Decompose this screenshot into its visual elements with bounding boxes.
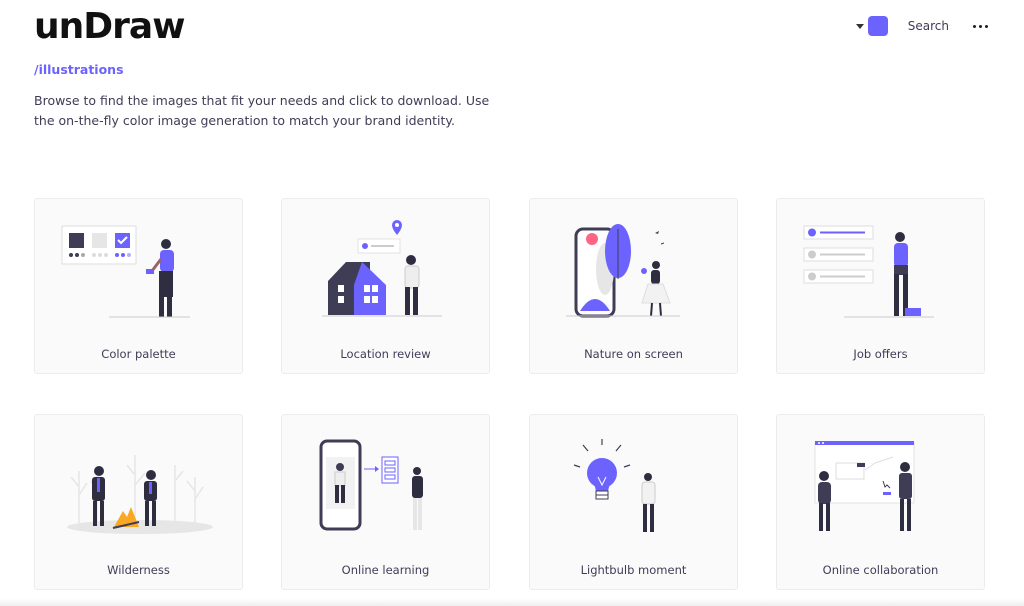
wilderness-illustration xyxy=(67,455,213,534)
job-offers-illustration xyxy=(803,225,934,318)
card-label: Nature on screen xyxy=(584,347,683,361)
card-label: Online learning xyxy=(341,563,430,577)
online-learning-illustration xyxy=(319,439,423,531)
page-bottom-shadow xyxy=(0,598,1024,606)
nature-on-screen-illustration xyxy=(566,224,680,318)
illustration-card[interactable]: Nature on screen xyxy=(529,198,738,374)
color-palette-illustration xyxy=(61,225,190,318)
card-label: Online collaboration xyxy=(822,563,939,577)
illustration-card[interactable]: Lightbulb moment xyxy=(529,414,738,590)
card-label: Lightbulb moment xyxy=(580,563,687,577)
illustrations-link[interactable]: /illustrations xyxy=(34,62,124,77)
card-label: Job offers xyxy=(853,347,908,361)
top-nav: Search xyxy=(855,14,988,38)
card-label: Color palette xyxy=(101,347,176,361)
intro-text: Browse to find the images that fit your … xyxy=(34,93,490,128)
illustration-card[interactable]: Job offers xyxy=(776,198,985,374)
illustration-card[interactable]: Wilderness xyxy=(34,414,243,590)
more-dots-icon[interactable] xyxy=(973,24,988,28)
location-review-illustration xyxy=(322,220,442,317)
logo[interactable]: unDraw xyxy=(34,6,185,47)
illustration-card[interactable]: Online learning xyxy=(281,414,490,590)
illustration-card[interactable]: Online collaboration xyxy=(776,414,985,590)
color-swatch[interactable] xyxy=(867,16,888,36)
online-collaboration-illustration xyxy=(814,441,915,531)
search-link[interactable]: Search xyxy=(908,19,949,33)
caret-down-icon[interactable] xyxy=(855,23,864,29)
card-label: Wilderness xyxy=(107,563,170,577)
illustration-card[interactable]: Location review xyxy=(281,198,490,374)
illustration-card[interactable]: Color palette xyxy=(34,198,243,374)
card-label: Location review xyxy=(340,347,431,361)
lightbulb-moment-illustration xyxy=(573,439,656,532)
